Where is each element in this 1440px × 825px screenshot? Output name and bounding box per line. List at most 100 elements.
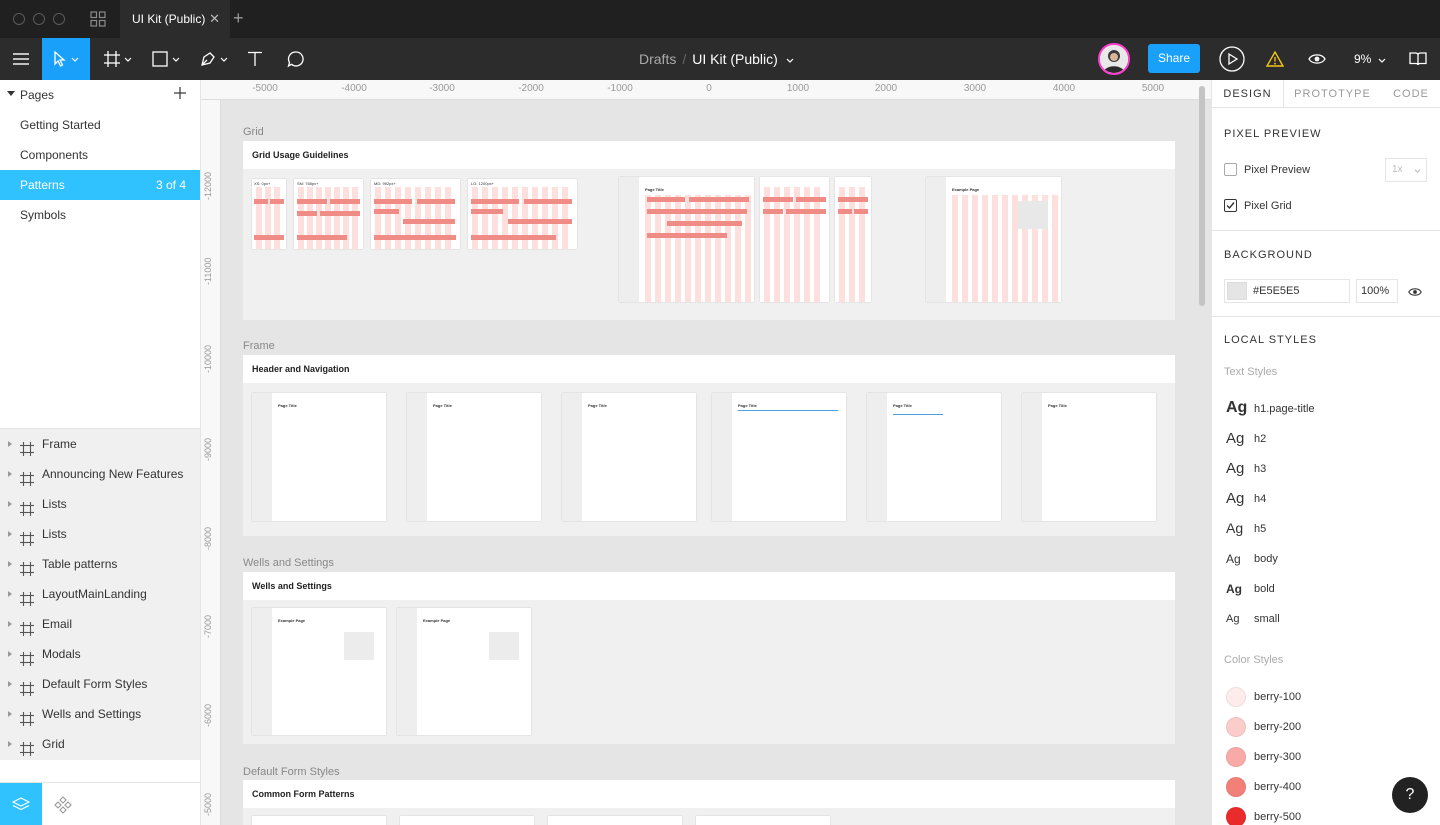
expand-arrow-icon[interactable] bbox=[8, 501, 12, 507]
move-tool-button[interactable] bbox=[42, 38, 90, 80]
pixel-preview-checkbox[interactable] bbox=[1224, 163, 1237, 176]
file-browser-icon[interactable] bbox=[90, 11, 106, 27]
new-tab-button[interactable]: + bbox=[233, 8, 244, 28]
section-title-bar[interactable]: Header and Navigation bbox=[243, 355, 1175, 383]
layers-tab[interactable] bbox=[0, 783, 42, 825]
background-color-field[interactable]: #E5E5E5 bbox=[1224, 279, 1350, 303]
grid-thumbnail[interactable]: LG: 1200px+ bbox=[468, 179, 577, 249]
text-style-item[interactable]: Ag body bbox=[1224, 544, 1434, 574]
zoom-dropdown[interactable]: 9% bbox=[1354, 38, 1386, 80]
expand-arrow-icon[interactable] bbox=[8, 711, 12, 717]
page-thumbnail[interactable] bbox=[400, 816, 534, 825]
canvas[interactable]: -5000 -4000 -3000 -2000 -1000 0 1000 200… bbox=[201, 80, 1211, 825]
grid-thumbnail[interactable]: XS: 0px+ bbox=[252, 179, 286, 249]
pixel-scale-select[interactable]: 1x bbox=[1385, 158, 1427, 182]
layer-item[interactable]: Frame bbox=[0, 429, 200, 459]
frame-tool-button[interactable] bbox=[98, 38, 138, 80]
text-style-item[interactable]: Ag small bbox=[1224, 604, 1434, 634]
page-thumbnail[interactable]: Page Title bbox=[252, 393, 386, 521]
layer-item[interactable]: Announcing New Features bbox=[0, 459, 200, 489]
background-opacity-field[interactable]: 100% bbox=[1356, 279, 1398, 303]
tab-prototype[interactable]: PROTOTYPE bbox=[1284, 80, 1381, 108]
grid-thumbnail[interactable]: SM: 768px+ bbox=[294, 179, 363, 249]
collapse-arrow-icon[interactable] bbox=[7, 91, 15, 96]
section-title-bar[interactable]: Wells and Settings bbox=[243, 572, 1175, 600]
layer-item[interactable]: Email bbox=[0, 609, 200, 639]
grid-thumbnail[interactable]: MD: 992px+ bbox=[371, 179, 460, 249]
expand-arrow-icon[interactable] bbox=[8, 651, 12, 657]
background-hex[interactable]: #E5E5E5 bbox=[1253, 280, 1299, 302]
warning-button[interactable] bbox=[1262, 38, 1288, 80]
section-frame[interactable]: Page Title Page Title Page Title Page Ti… bbox=[243, 383, 1175, 536]
page-thumbnail[interactable] bbox=[252, 816, 386, 825]
vertical-scrollbar[interactable] bbox=[1199, 86, 1205, 306]
comment-tool-button[interactable] bbox=[280, 38, 312, 80]
page-item-components[interactable]: Components bbox=[0, 140, 200, 170]
layer-item[interactable]: Table patterns bbox=[0, 549, 200, 579]
page-thumbnail[interactable]: Page Title bbox=[407, 393, 541, 521]
layer-item[interactable]: LayoutMainLanding bbox=[0, 579, 200, 609]
text-style-item[interactable]: Ag h2 bbox=[1224, 424, 1434, 454]
tab-design[interactable]: DESIGN bbox=[1212, 80, 1284, 108]
page-thumbnail[interactable]: Page Title bbox=[1022, 393, 1156, 521]
page-thumbnail[interactable]: Page Title bbox=[619, 177, 754, 302]
layer-item[interactable]: Lists bbox=[0, 519, 200, 549]
tab-code[interactable]: CODE bbox=[1381, 80, 1440, 108]
section-label[interactable]: Frame bbox=[243, 340, 275, 352]
color-style-item[interactable]: berry-100 bbox=[1224, 682, 1434, 712]
expand-arrow-icon[interactable] bbox=[8, 471, 12, 477]
main-menu-button[interactable] bbox=[0, 38, 42, 80]
color-style-item[interactable]: berry-300 bbox=[1224, 742, 1434, 772]
user-avatar[interactable] bbox=[1098, 43, 1130, 75]
background-swatch[interactable] bbox=[1227, 282, 1247, 300]
shape-tool-button[interactable] bbox=[146, 38, 186, 80]
page-item-symbols[interactable]: Symbols bbox=[0, 200, 200, 230]
text-style-item[interactable]: Ag h4 bbox=[1224, 484, 1434, 514]
file-name[interactable]: UI Kit (Public) bbox=[692, 51, 778, 67]
page-item-patterns[interactable]: Patterns 3 of 4 bbox=[0, 170, 200, 200]
text-style-item[interactable]: Ag h1.page-title bbox=[1224, 394, 1434, 424]
section-frame[interactable]: Example Page Example Page bbox=[243, 600, 1175, 744]
breadcrumb-drafts[interactable]: Drafts bbox=[639, 51, 676, 67]
expand-arrow-icon[interactable] bbox=[8, 561, 12, 567]
layer-item[interactable]: Default Form Styles bbox=[0, 669, 200, 699]
page-thumbnail[interactable] bbox=[548, 816, 682, 825]
minimize-window-button[interactable] bbox=[33, 13, 45, 25]
layer-item[interactable]: Wells and Settings bbox=[0, 699, 200, 729]
view-settings-button[interactable] bbox=[1303, 38, 1331, 80]
section-title-bar[interactable]: Common Form Patterns bbox=[243, 780, 1175, 808]
text-style-item[interactable]: Ag h3 bbox=[1224, 454, 1434, 484]
section-label[interactable]: Grid bbox=[243, 126, 264, 138]
expand-arrow-icon[interactable] bbox=[8, 621, 12, 627]
text-tool-button[interactable] bbox=[240, 38, 270, 80]
page-thumbnail[interactable] bbox=[835, 177, 871, 302]
pixel-grid-checkbox[interactable] bbox=[1224, 199, 1237, 212]
page-thumbnail[interactable] bbox=[760, 177, 829, 302]
page-thumbnail[interactable]: Page Title bbox=[867, 393, 1001, 521]
page-thumbnail[interactable] bbox=[696, 816, 830, 825]
share-button[interactable]: Share bbox=[1148, 44, 1200, 73]
close-tab-icon[interactable]: ✕ bbox=[209, 0, 220, 38]
present-button[interactable] bbox=[1216, 38, 1248, 80]
page-thumbnail[interactable]: Example Page bbox=[397, 608, 531, 735]
expand-arrow-icon[interactable] bbox=[8, 531, 12, 537]
file-tab[interactable]: UI Kit (Public) ✕ bbox=[120, 0, 230, 38]
help-button[interactable]: ? bbox=[1392, 777, 1428, 813]
section-frame[interactable] bbox=[243, 808, 1175, 825]
text-style-item[interactable]: Ag bold bbox=[1224, 574, 1434, 604]
layer-item[interactable]: Lists bbox=[0, 489, 200, 519]
eye-icon[interactable] bbox=[1408, 286, 1422, 300]
section-frame[interactable]: XS: 0px+ SM: 768px+ MD: 992px+ LG: 1200p… bbox=[243, 169, 1175, 320]
expand-arrow-icon[interactable] bbox=[8, 441, 12, 447]
components-tab[interactable] bbox=[42, 783, 84, 825]
close-window-button[interactable] bbox=[13, 13, 25, 25]
expand-arrow-icon[interactable] bbox=[8, 681, 12, 687]
text-style-item[interactable]: Ag h5 bbox=[1224, 514, 1434, 544]
page-thumbnail[interactable]: Example Page bbox=[252, 608, 386, 735]
section-label[interactable]: Wells and Settings bbox=[243, 557, 334, 569]
page-thumbnail[interactable]: Page Title bbox=[712, 393, 846, 521]
maximize-window-button[interactable] bbox=[53, 13, 65, 25]
page-item-getting-started[interactable]: Getting Started bbox=[0, 110, 200, 140]
library-button[interactable] bbox=[1404, 38, 1432, 80]
layer-item[interactable]: Grid bbox=[0, 729, 200, 759]
